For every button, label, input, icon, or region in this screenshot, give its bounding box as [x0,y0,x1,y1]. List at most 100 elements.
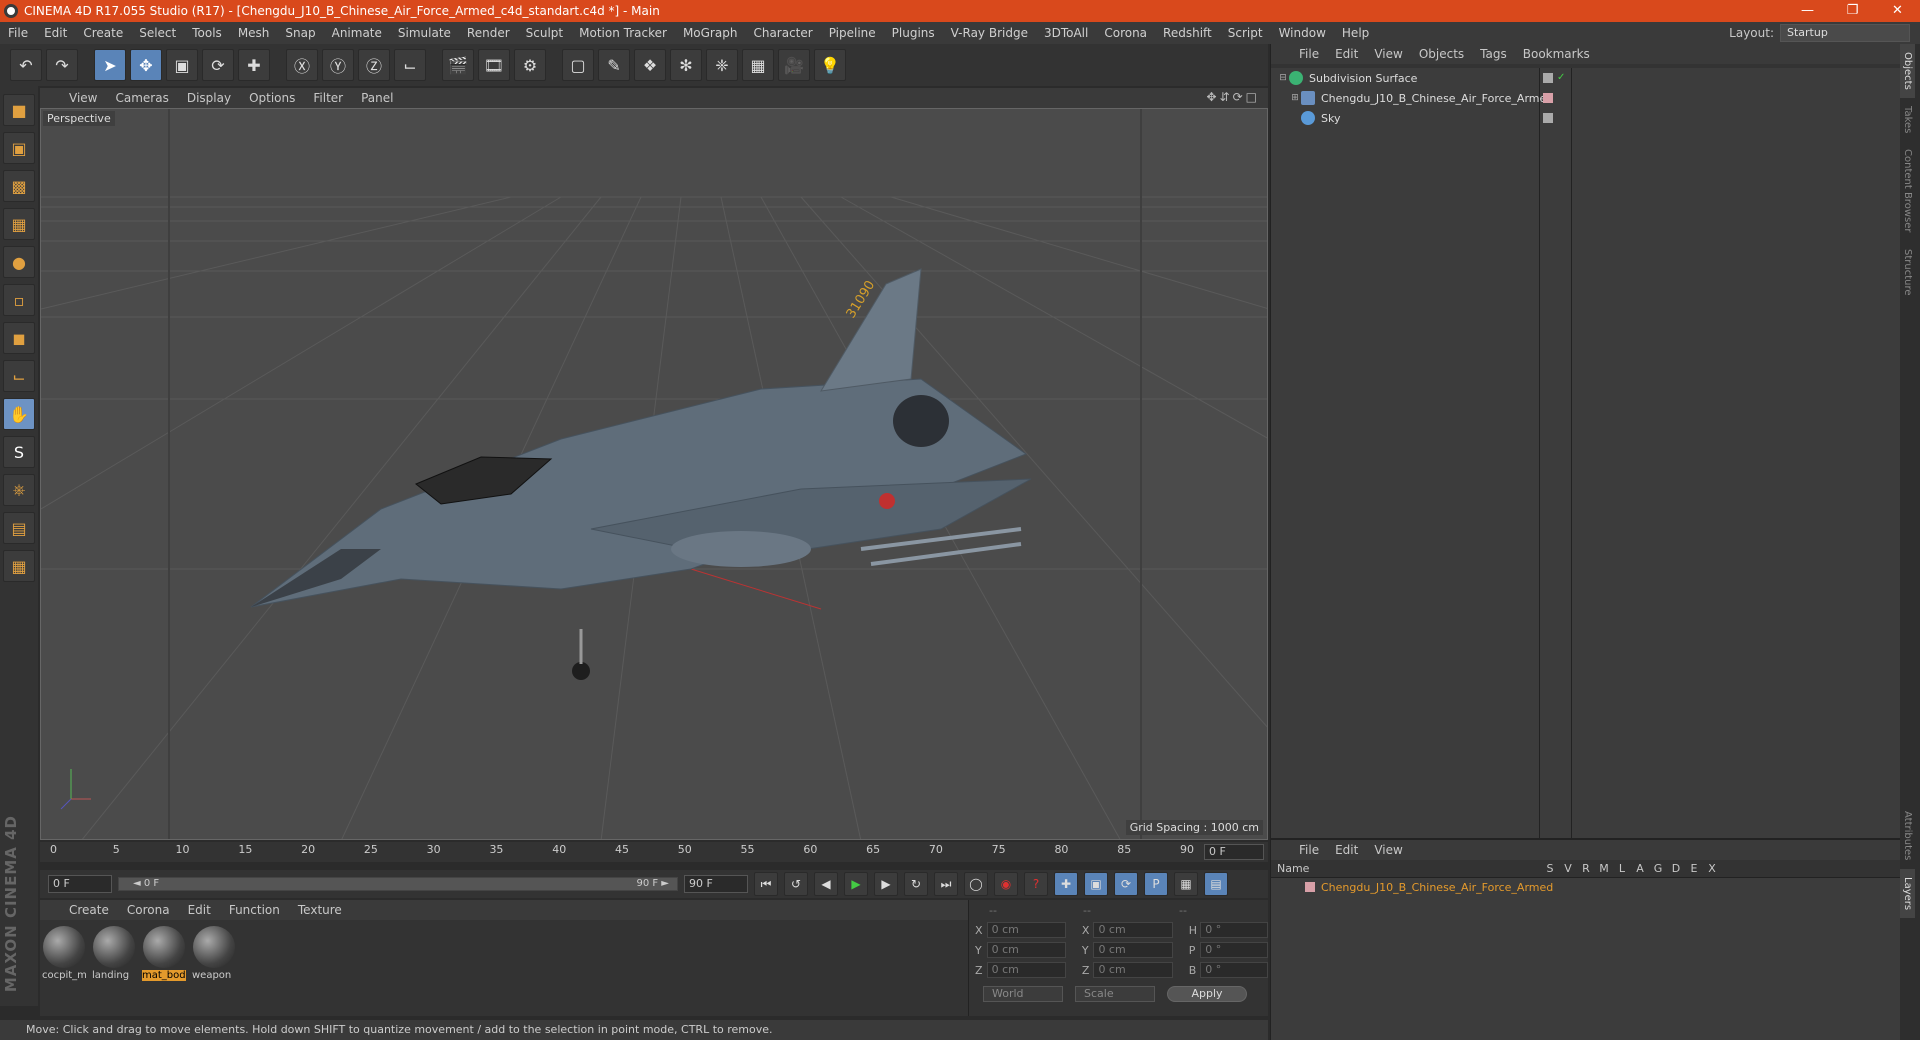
undo-button[interactable]: ↶ [10,49,42,81]
layout-select[interactable]: Startup [1780,24,1910,42]
rotation-p-field[interactable]: 0 ° [1200,942,1269,958]
render-view-button[interactable]: 🎬 [442,49,474,81]
objects-menu-edit[interactable]: Edit [1327,47,1366,61]
menu-redshift[interactable]: Redshift [1155,26,1220,40]
next-frame-button[interactable]: ▶ [874,872,898,896]
y-axis-lock-button[interactable]: Ⓨ [322,49,354,81]
rotation-h-field[interactable]: 0 ° [1200,922,1269,938]
objects-menu-file[interactable]: File [1291,47,1327,61]
menu-mograph[interactable]: MoGraph [675,26,746,40]
material-swatch[interactable]: landing [92,926,136,981]
menu-mesh[interactable]: Mesh [230,26,278,40]
objects-menu-tags[interactable]: Tags [1472,47,1515,61]
previous-key-button[interactable]: ↺ [784,872,808,896]
material-menu-function[interactable]: Function [220,903,289,917]
layers-menu-edit[interactable]: Edit [1327,843,1366,857]
tab-content-browser[interactable]: Content Browser [1900,141,1915,240]
viewport-menu-view[interactable]: View [60,91,106,105]
spline-pen-button[interactable]: ✎ [598,49,630,81]
redo-button[interactable]: ↷ [46,49,78,81]
make-editable-button[interactable]: ■ [3,94,35,126]
menu-create[interactable]: Create [75,26,131,40]
floor-environment-button[interactable]: ▦ [742,49,774,81]
position-z-field[interactable]: 0 cm [986,962,1066,978]
previous-frame-button[interactable]: ◀ [814,872,838,896]
object-row[interactable]: ⊟ Subdivision Surface [1271,68,1901,88]
material-menu-texture[interactable]: Texture [289,903,351,917]
tab-takes[interactable]: Takes [1900,98,1915,141]
menu-simulate[interactable]: Simulate [390,26,459,40]
menu-character[interactable]: Character [745,26,820,40]
restore-button[interactable]: ❐ [1830,0,1875,22]
minimize-button[interactable]: — [1785,0,1830,22]
material-swatch[interactable]: weapon [192,926,236,981]
key-position-button[interactable]: ✚ [1054,872,1078,896]
menu-window[interactable]: Window [1271,26,1334,40]
model-mode-button[interactable]: ▣ [3,132,35,164]
render-picture-viewer-button[interactable]: 🎞 [478,49,510,81]
viewport-menu-cameras[interactable]: Cameras [106,91,177,105]
menu-plugins[interactable]: Plugins [884,26,943,40]
menu-render[interactable]: Render [459,26,518,40]
objects-menu-objects[interactable]: Objects [1411,47,1472,61]
menu-animate[interactable]: Animate [324,26,390,40]
tab-structure[interactable]: Structure [1900,241,1915,304]
autokeying-button[interactable]: ◉ [994,872,1018,896]
position-y-field[interactable]: 0 cm [986,942,1066,958]
tab-objects[interactable]: Objects [1900,44,1915,98]
menu-file[interactable]: File [0,26,36,40]
deformer-button[interactable]: ❈ [706,49,738,81]
viewport-navigation-icons[interactable]: ✥⇵⟳□ [1206,90,1260,104]
live-selection-tool-button[interactable]: ➤ [94,49,126,81]
timeline-window-button[interactable]: ▤ [1204,872,1228,896]
viewport-menu-filter[interactable]: Filter [304,91,352,105]
end-frame-field[interactable]: 90 F [684,875,748,893]
menu-motion-tracker[interactable]: Motion Tracker [571,26,675,40]
key-pla-button[interactable]: ▦ [1174,872,1198,896]
position-x-field[interactable]: 0 cm [986,922,1066,938]
menu-3dtoall[interactable]: 3DToAll [1036,26,1096,40]
scale-tool-button[interactable]: ▣ [166,49,198,81]
layer-row[interactable]: Chengdu_J10_B_Chinese_Air_Force_Armed [1271,878,1901,896]
key-parameter-button[interactable]: P [1144,872,1168,896]
size-mode-dropdown[interactable]: Scale [1075,986,1155,1002]
go-to-end-button[interactable]: ⏭ [934,872,958,896]
menu-tools[interactable]: Tools [184,26,230,40]
record-active-objects-button[interactable]: ◯ [964,872,988,896]
menu-snap[interactable]: Snap [277,26,323,40]
cloner-button[interactable]: ✻ [670,49,702,81]
menu-sculpt[interactable]: Sculpt [518,26,571,40]
apply-button[interactable]: Apply [1167,986,1247,1002]
viewport-menu-panel[interactable]: Panel [352,91,402,105]
menu-edit[interactable]: Edit [36,26,75,40]
objects-menu-view[interactable]: View [1366,47,1410,61]
close-button[interactable]: ✕ [1875,0,1920,22]
move-icon-button[interactable]: ✚ [238,49,270,81]
points-mode-button[interactable]: ● [3,246,35,278]
layer-color-swatch[interactable] [1543,93,1553,103]
object-row[interactable]: ⊞ Chengdu_J10_B_Chinese_Air_Force_Armed [1271,88,1901,108]
edit-render-settings-button[interactable]: ⚙ [514,49,546,81]
workplane-lock-button[interactable]: ▤ [3,512,35,544]
expand-icon[interactable]: ⊞ [1289,93,1301,103]
start-frame-field[interactable]: 0 F [48,875,112,893]
layer-color-swatch[interactable] [1543,113,1553,123]
edges-mode-button[interactable]: ▫ [3,284,35,316]
object-row[interactable]: Sky [1271,108,1901,128]
material-swatch-selected[interactable]: mat_bod [142,926,186,981]
workplane-mode-button[interactable]: ▦ [3,208,35,240]
play-button[interactable]: ▶ [844,872,868,896]
camera-button[interactable]: 🎥 [778,49,810,81]
menu-vray-bridge[interactable]: V-Ray Bridge [943,26,1036,40]
material-menu-create[interactable]: Create [60,903,118,917]
snap-magnet-button[interactable]: ⎈ [3,474,35,506]
current-frame-field[interactable]: 0 F [1204,844,1264,860]
keyframe-selection-button[interactable]: ? [1024,872,1048,896]
coordinate-system-button[interactable]: ⌙ [394,49,426,81]
menu-help[interactable]: Help [1334,26,1377,40]
viewport-menu-display[interactable]: Display [178,91,240,105]
key-rotation-button[interactable]: ⟳ [1114,872,1138,896]
rotation-b-field[interactable]: 0 ° [1200,962,1269,978]
move-tool-button[interactable]: ✥ [130,49,162,81]
next-key-button[interactable]: ↻ [904,872,928,896]
